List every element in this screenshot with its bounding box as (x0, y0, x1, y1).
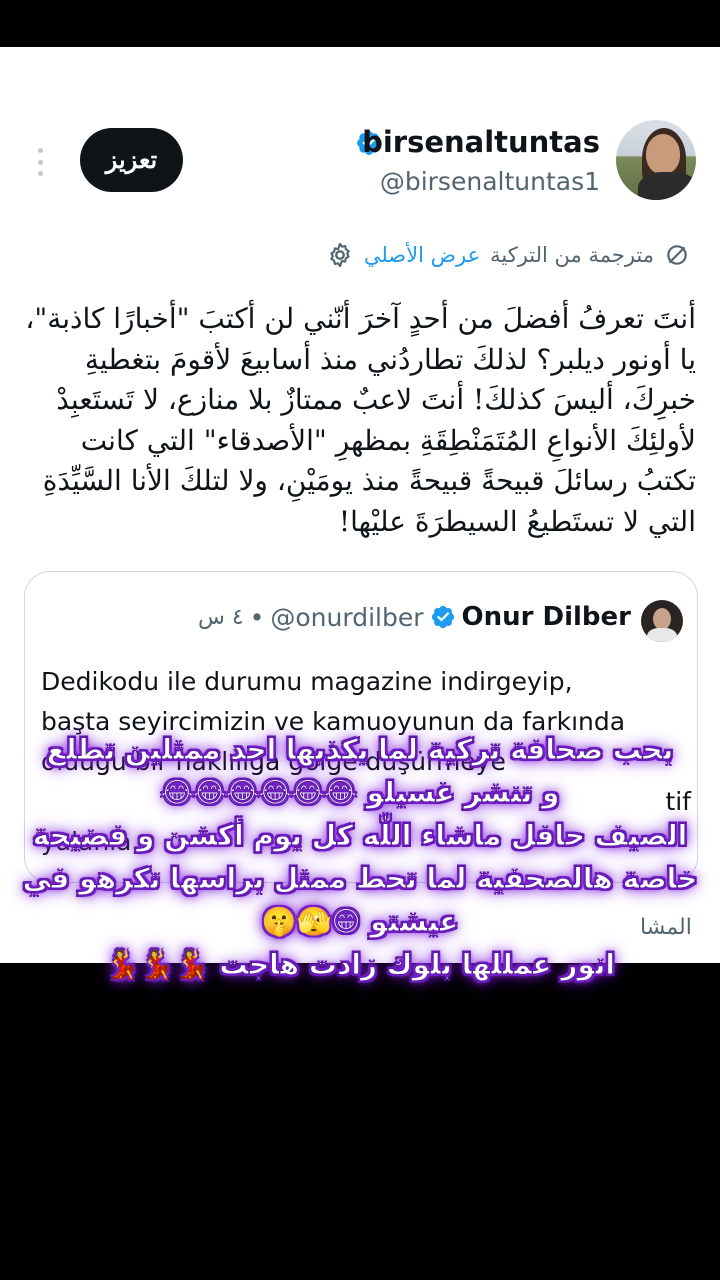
quoted-tweet-header: ٤ س • @onurdilber Onur Dilber (198, 600, 631, 634)
quoted-author-avatar[interactable] (641, 600, 683, 642)
translated-from-label: مترجمة من التركية (490, 243, 654, 267)
caption-line: بحب صحافة تركية لما يكذبها احد ممثلين تط… (46, 733, 674, 767)
quoted-author-handle[interactable]: @onurdilber (270, 603, 423, 632)
author-avatar[interactable] (616, 120, 696, 200)
caption-overlay: بحب صحافة تركية لما يكذبها احد ممثلين تط… (16, 728, 704, 986)
verified-badge-icon (431, 605, 454, 629)
quoted-text-line: Dedikodu ile durumu magazine indirgeyip, (41, 667, 573, 696)
separator-dot: • (249, 602, 265, 632)
follow-button[interactable]: تعزيز (80, 128, 183, 192)
author-name[interactable]: birsenaltuntas (362, 125, 600, 159)
author-handle[interactable]: @birsenaltuntas1 (380, 167, 600, 196)
caption-line: الصيف حافل ماشاء اللّٰه كل يوم أكشن و فض… (32, 819, 688, 853)
quoted-author-name[interactable]: Onur Dilber (462, 602, 631, 632)
caption-line: عيشتو 😁🫣🤫 (261, 905, 459, 939)
more-options-icon[interactable] (36, 148, 44, 176)
show-original-link[interactable]: عرض الأصلي (364, 243, 480, 267)
translation-bar: مترجمة من التركية عرض الأصلي (326, 239, 690, 271)
translate-icon (667, 245, 687, 265)
caption-line: انور عمللها بلوك زادت هاجت 💃💃💃 (104, 948, 615, 982)
gear-icon[interactable] (326, 241, 354, 269)
caption-line: و تنشر غسيلو 😂😂😂😂😂😂 (160, 776, 560, 810)
caption-line: خاصة هالصحفية لما تحط ممثل براسها تكرهو … (22, 862, 698, 896)
tweet-text: أنتَ تعرفُ أفضلَ من أحدٍ آخرَ أنّني لن أ… (25, 302, 696, 538)
quoted-time: ٤ س (197, 604, 244, 630)
